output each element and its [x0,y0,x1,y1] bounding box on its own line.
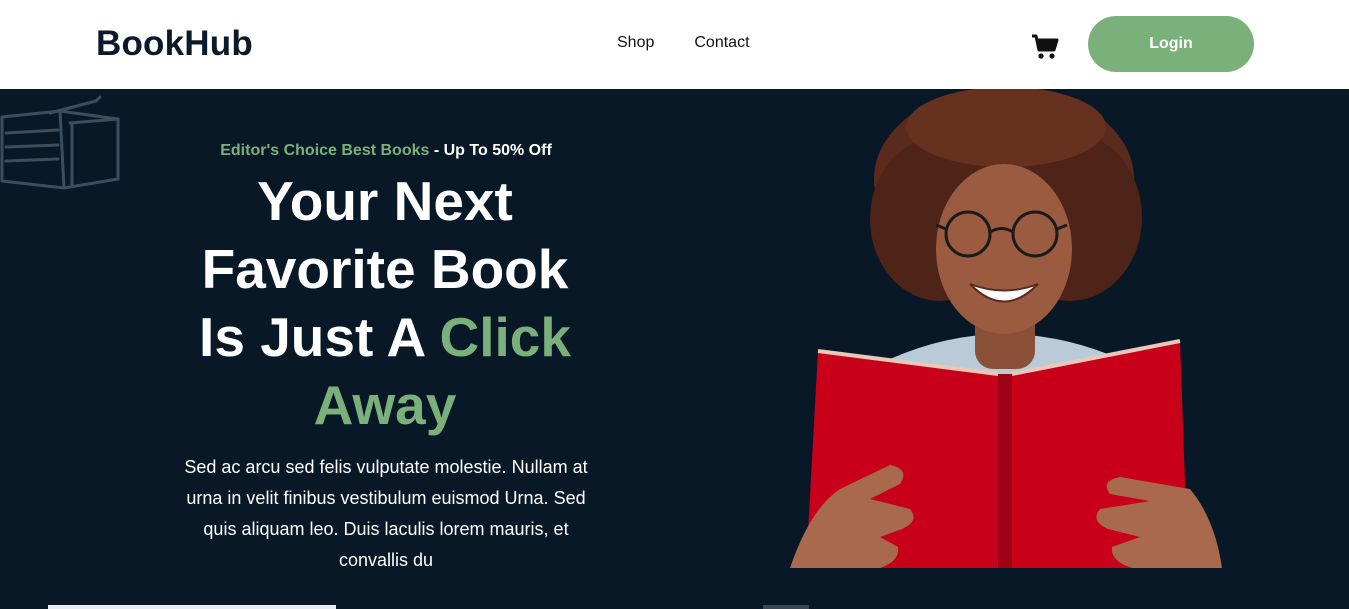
tagline-offer: - Up To 50% Off [429,142,552,159]
woman-reading-image [790,89,1222,568]
headline-accent-click: Click [439,306,571,368]
main-nav: Shop Contact [617,34,750,52]
brand-logo[interactable]: BookHub [96,24,253,64]
site-header: BookHub Shop Contact Login [0,0,1349,89]
next-section-edge-left [48,605,336,609]
hero-description: Sed ac arcu sed felis vulputate molestie… [184,457,588,570]
headline-line-2: Favorite Book [201,238,569,300]
headline-accent-away: Away [313,374,457,436]
nav-shop-link[interactable]: Shop [617,34,654,52]
cart-icon[interactable] [1031,33,1059,61]
hero-section: Editor's Choice Best Books - Up To 50% O… [0,89,1349,609]
login-button[interactable]: Login [1088,16,1254,72]
book-outline-icon [0,95,120,190]
tagline-accent: Editor's Choice Best Books [220,142,430,159]
next-section-edge-right [763,605,809,609]
headline-line-3: Is Just A [199,306,440,368]
hero-tagline: Editor's Choice Best Books - Up To 50% O… [186,142,586,160]
headline-line-1: Your Next [257,170,513,232]
hero-headline: Your Next Favorite Book Is Just A Click … [160,167,610,439]
nav-contact-link[interactable]: Contact [694,34,749,52]
